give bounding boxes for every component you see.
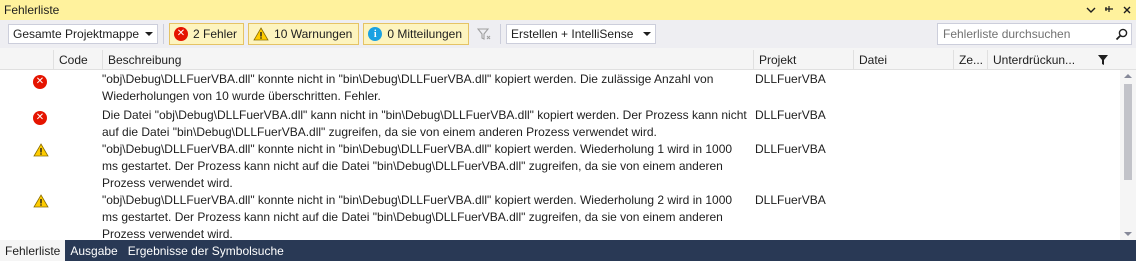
column-header-code[interactable]: Code xyxy=(53,50,102,70)
scope-value: Gesamte Projektmappe xyxy=(13,27,140,41)
tab-fehlerliste[interactable]: Fehlerliste xyxy=(0,240,66,261)
row-description: "obj\Debug\DLLFuerVBA.dll" konnte nicht … xyxy=(102,72,714,103)
column-header-suppression[interactable]: Unterdrückun... xyxy=(987,50,1085,70)
tab-symbolsuche[interactable]: Ergebnisse der Symbolsuche xyxy=(123,240,289,261)
table-row[interactable]: ✕ Die Datei "obj\Debug\DLLFuerVBA.dll" k… xyxy=(0,106,1120,140)
warning-icon xyxy=(33,143,49,160)
row-project: DLLFuerVBA xyxy=(755,108,826,122)
tool-window-tabs: Fehlerliste Ausgabe Ergebnisse der Symbo… xyxy=(0,240,1136,261)
messages-filter-label: 0 Mitteilungen xyxy=(387,27,463,41)
row-project: DLLFuerVBA xyxy=(755,193,826,207)
error-icon: ✕ xyxy=(33,73,47,89)
column-header-description[interactable]: Beschreibung xyxy=(102,50,753,70)
row-description: Die Datei "obj\Debug\DLLFuerVBA.dll" kan… xyxy=(102,108,747,139)
error-icon: ✕ xyxy=(33,109,47,125)
table-row[interactable]: ✕ "obj\Debug\DLLFuerVBA.dll" konnte nich… xyxy=(0,70,1120,106)
toolbar-separator xyxy=(500,24,502,44)
chevron-down-icon[interactable] xyxy=(1082,1,1100,19)
row-project: DLLFuerVBA xyxy=(755,72,826,86)
scope-dropdown[interactable]: Gesamte Projektmappe xyxy=(8,24,158,44)
search-icon[interactable] xyxy=(1111,28,1131,41)
toolbar-separator xyxy=(163,24,164,44)
column-header-row: Code Beschreibung Projekt Datei Ze... Un… xyxy=(0,50,1136,70)
error-icon: ✕ xyxy=(174,27,188,41)
window-title: Fehlerliste xyxy=(4,3,60,17)
info-icon: i xyxy=(368,27,383,41)
tool-window-title-bar: Fehlerliste xyxy=(0,0,1136,20)
tab-ausgabe[interactable]: Ausgabe xyxy=(65,240,122,261)
scrollbar-thumb[interactable] xyxy=(1124,84,1132,180)
chevron-down-icon xyxy=(643,32,652,36)
chevron-down-icon xyxy=(145,32,153,36)
build-filter-dropdown[interactable]: Erstellen + IntelliSense xyxy=(506,24,657,44)
filter-icon[interactable] xyxy=(1085,50,1120,70)
warnings-filter-button[interactable]: 10 Warnungen xyxy=(248,23,360,45)
warning-icon xyxy=(253,27,269,41)
close-icon[interactable] xyxy=(1118,1,1136,19)
pin-icon[interactable] xyxy=(1100,1,1118,19)
row-description: "obj\Debug\DLLFuerVBA.dll" konnte nicht … xyxy=(102,193,733,240)
column-header-project[interactable]: Projekt xyxy=(753,50,853,70)
errors-filter-label: 2 Fehler xyxy=(193,27,238,41)
filter-icon[interactable] xyxy=(473,23,495,45)
warning-icon xyxy=(33,194,49,211)
build-filter-value: Erstellen + IntelliSense xyxy=(511,27,634,41)
warnings-filter-label: 10 Warnungen xyxy=(274,27,353,41)
row-project: DLLFuerVBA xyxy=(755,142,826,156)
table-row[interactable]: "obj\Debug\DLLFuerVBA.dll" konnte nicht … xyxy=(0,191,1120,240)
vertical-scrollbar[interactable] xyxy=(1120,70,1136,240)
search-placeholder: Fehlerliste durchsuchen xyxy=(943,27,1071,41)
errors-filter-button[interactable]: ✕ 2 Fehler xyxy=(169,23,245,45)
table-row[interactable]: "obj\Debug\DLLFuerVBA.dll" konnte nicht … xyxy=(0,140,1120,191)
messages-filter-button[interactable]: i 0 Mitteilungen xyxy=(363,23,470,45)
column-header-line[interactable]: Ze... xyxy=(953,50,987,70)
row-description: "obj\Debug\DLLFuerVBA.dll" konnte nicht … xyxy=(102,142,733,190)
error-list-toolbar: Gesamte Projektmappe ✕ 2 Fehler 10 Warnu… xyxy=(0,20,1136,48)
search-input[interactable]: Fehlerliste durchsuchen xyxy=(937,23,1132,45)
column-header-severity[interactable] xyxy=(0,50,53,70)
scroll-down-icon[interactable] xyxy=(1124,232,1132,236)
column-header-file[interactable]: Datei xyxy=(853,50,953,70)
error-list-grid: ✕ "obj\Debug\DLLFuerVBA.dll" konnte nich… xyxy=(0,70,1120,240)
scroll-up-icon[interactable] xyxy=(1124,74,1132,78)
